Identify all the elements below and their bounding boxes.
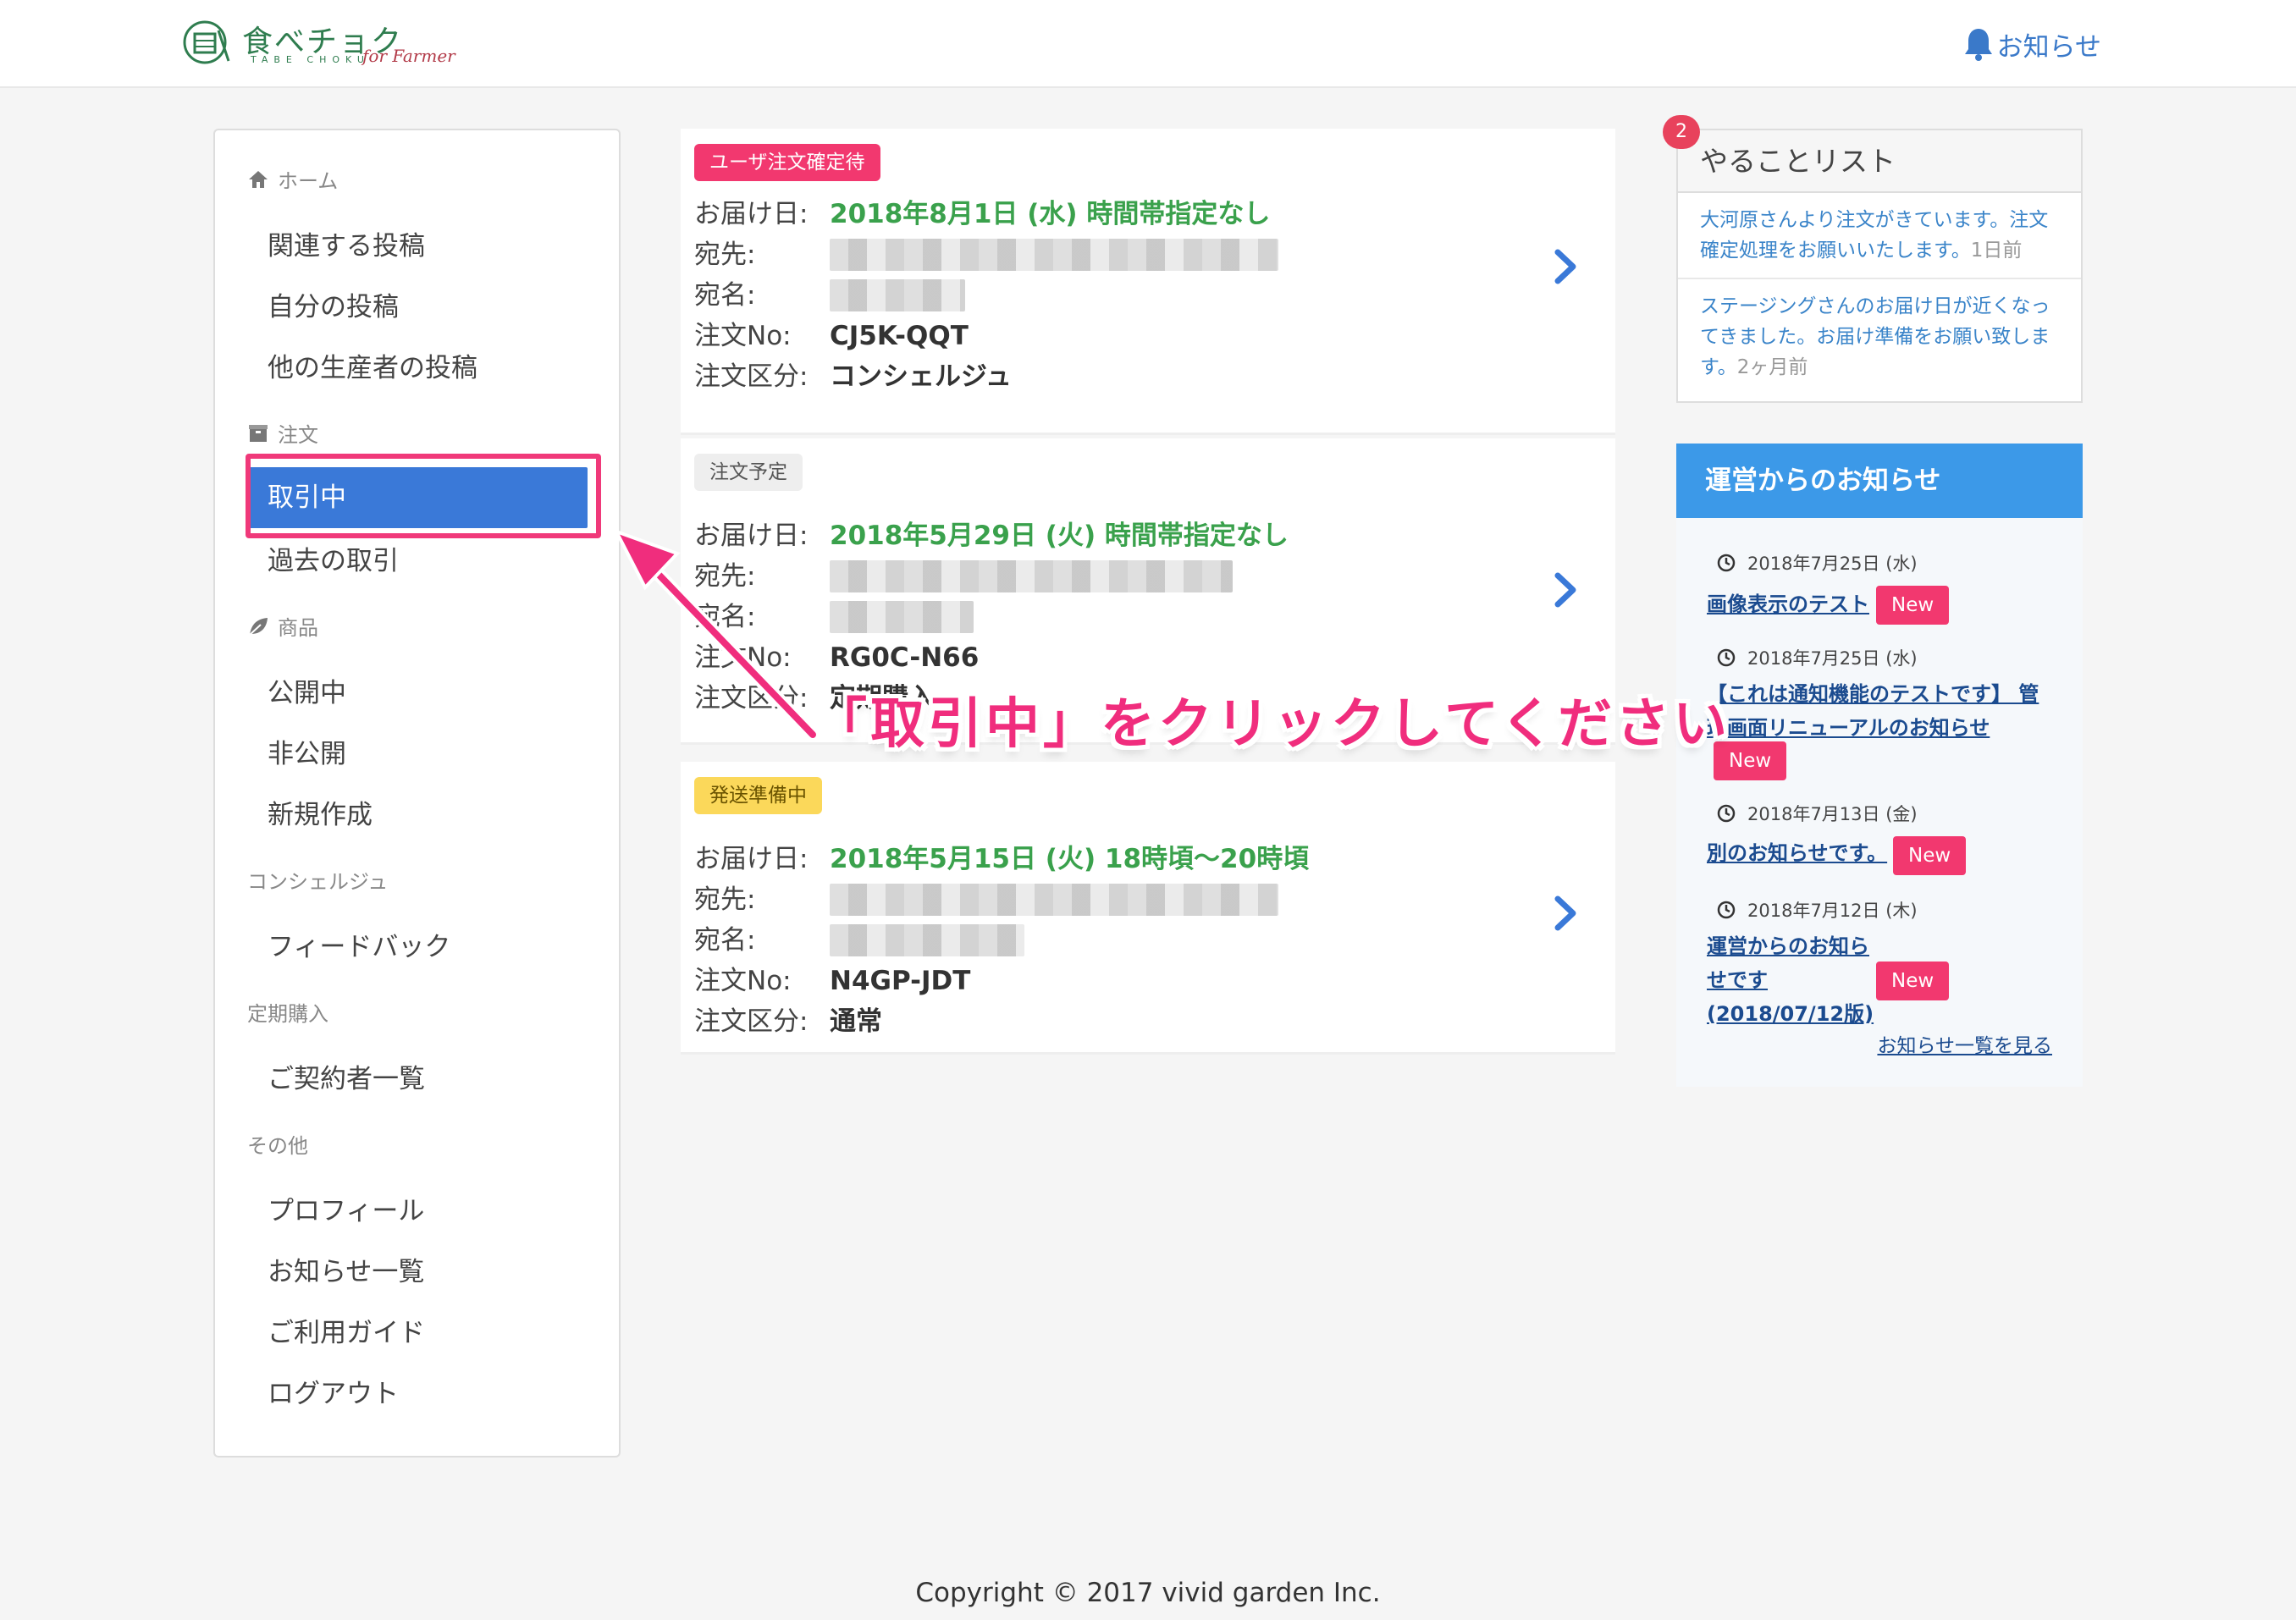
clock-icon — [1717, 648, 1736, 667]
order-type-label: 注文区分: — [694, 1006, 809, 1037]
see-all-news-link[interactable]: お知らせ一覧を見る — [1877, 1029, 2052, 1058]
todo-panel: やることリスト 大河原さんより注文がきています。注文確定処理をお願いいたします。… — [1676, 129, 2083, 403]
news-date: 2018年7月12日 (木) — [1717, 897, 1918, 923]
chevron-right-icon[interactable] — [1553, 894, 1578, 933]
news-panel: 運営からのお知らせ 2018年7月25日 (水) 画像表示のテスト New 20… — [1676, 444, 2083, 1087]
order-card[interactable]: ユーザ注文確定待 お届け日: 2018年8月1日 (水) 時間帯指定なし 宛先: … — [681, 129, 1615, 435]
clock-icon — [1717, 554, 1736, 572]
order-no-label: 注文No: — [694, 321, 792, 351]
todo-item[interactable]: ステージングさんのお届け日が近くなってきました。お届け準備をお願い致します。2ヶ… — [1678, 279, 2081, 394]
logo-script: for Farmer — [362, 46, 455, 66]
delivery-date: 2018年5月15日 (火) 18時頃〜20時頃 — [830, 844, 1310, 874]
sidebar-item-past-trades[interactable]: 過去の取引 — [268, 540, 399, 582]
news-title: 運営からのお知らせ — [1676, 444, 2083, 518]
order-type: 通常 — [830, 1006, 882, 1037]
clock-icon — [1717, 804, 1736, 823]
todo-title: やることリスト — [1678, 130, 2081, 193]
logo-subtext: TABE CHOKU — [251, 54, 370, 65]
new-badge: New — [1893, 836, 1967, 875]
redacted-name — [830, 601, 974, 633]
footer-copyright: Copyright © 2017 vivid garden Inc. — [915, 1578, 1381, 1608]
recipient-label: 宛名: — [694, 925, 756, 956]
redacted-address — [830, 239, 1278, 271]
sidebar-nav: ホーム 関連する投稿 自分の投稿 他の生産者の投稿 注文 取引中 過去の取引 商… — [213, 129, 621, 1457]
order-type: コンシェルジュ — [830, 361, 1012, 392]
status-badge: ユーザ注文確定待 — [694, 144, 880, 181]
notifications-label: お知らせ — [1996, 31, 2101, 63]
sidebar-section-subscription: 定期購入 — [247, 1002, 328, 1026]
order-no: N4GP-JDT — [830, 966, 971, 996]
status-badge: 発送準備中 — [694, 777, 822, 814]
news-date: 2018年7月25日 (水) — [1717, 550, 1918, 576]
redacted-address — [830, 884, 1278, 916]
recipient-label: 宛名: — [694, 602, 756, 632]
chevron-right-icon[interactable] — [1553, 570, 1578, 609]
tabechoku-logo[interactable]: 食べチョク TABE CHOKU for Farmer — [181, 15, 455, 71]
address-label: 宛先: — [694, 561, 756, 592]
order-no: CJ5K-QQT — [830, 321, 969, 351]
new-badge: New — [1876, 586, 1950, 625]
news-link[interactable]: 画像表示のテスト — [1707, 587, 1893, 621]
sidebar-section-orders: 注文 — [247, 418, 318, 448]
sidebar-item-other-posts[interactable]: 他の生産者の投稿 — [268, 347, 477, 389]
sidebar-item-unpublished[interactable]: 非公開 — [268, 733, 346, 775]
order-no-label: 注文No: — [694, 642, 792, 673]
todo-count-badge: 2 — [1663, 115, 1700, 149]
sidebar-item-published[interactable]: 公開中 — [268, 672, 346, 714]
chevron-right-icon[interactable] — [1553, 247, 1578, 286]
redacted-address — [830, 560, 1233, 592]
recipient-label: 宛名: — [694, 280, 756, 311]
news-date: 2018年7月25日 (水) — [1717, 645, 1918, 670]
sidebar-item-logout[interactable]: ログアウト — [268, 1373, 399, 1415]
address-label: 宛先: — [694, 884, 756, 915]
bell-icon — [1964, 29, 1992, 61]
delivery-date-label: お届け日: — [694, 199, 809, 229]
address-label: 宛先: — [694, 240, 756, 270]
redacted-name — [830, 279, 965, 311]
status-badge: 注文予定 — [694, 454, 803, 491]
annotation-callout: 「取引中」をクリックしてください — [813, 693, 1731, 756]
sidebar-item-feedback[interactable]: フィードバック — [268, 926, 450, 968]
sidebar-item-guide[interactable]: ご利用ガイド — [268, 1312, 425, 1354]
sidebar-item-my-posts[interactable]: 自分の投稿 — [268, 286, 399, 328]
notifications-link[interactable]: お知らせ — [1963, 24, 2101, 64]
order-no: RG0C-N66 — [830, 642, 980, 673]
delivery-date: 2018年5月29日 (火) 時間帯指定なし — [830, 521, 1289, 551]
delivery-date-label: お届け日: — [694, 521, 809, 551]
todo-item[interactable]: 大河原さんより注文がきています。注文確定処理をお願いいたします。1日前 — [1678, 193, 2081, 279]
logo-mark-icon — [183, 20, 230, 64]
redacted-name — [830, 924, 1024, 956]
news-link[interactable]: 運営からのお知らせです(2018/07/12版) — [1707, 929, 1876, 1031]
new-badge: New — [1876, 962, 1950, 1000]
sidebar-item-profile[interactable]: プロフィール — [268, 1190, 424, 1232]
sidebar-section-home: ホーム — [247, 164, 338, 194]
news-date: 2018年7月13日 (金) — [1717, 801, 1918, 826]
sidebar-item-related-posts[interactable]: 関連する投稿 — [268, 225, 425, 267]
sidebar-section-other: その他 — [247, 1134, 308, 1158]
order-type-label: 注文区分: — [694, 361, 809, 392]
sidebar-item-notice-list[interactable]: お知らせ一覧 — [268, 1251, 424, 1293]
news-link[interactable]: 別のお知らせです。 — [1707, 836, 1901, 870]
box-icon — [249, 424, 268, 442]
delivery-date: 2018年8月1日 (水) 時間帯指定なし — [830, 199, 1271, 229]
delivery-date-label: お届け日: — [694, 844, 809, 874]
order-type-label: 注文区分: — [694, 683, 809, 714]
sidebar-item-subscribers[interactable]: ご契約者一覧 — [268, 1058, 425, 1100]
top-header: 食べチョク TABE CHOKU for Farmer お知らせ — [0, 0, 2296, 88]
sidebar-section-concierge: コンシェルジュ — [247, 870, 389, 894]
sidebar-item-create-new[interactable]: 新規作成 — [268, 794, 373, 836]
order-card[interactable]: 発送準備中 お届け日: 2018年5月15日 (火) 18時頃〜20時頃 宛先: … — [681, 762, 1615, 1055]
order-no-label: 注文No: — [694, 966, 792, 996]
leaf-icon — [249, 617, 268, 636]
todo-time: 2ヶ月前 — [1736, 356, 1808, 378]
sidebar-section-products: 商品 — [247, 611, 318, 641]
news-link[interactable]: 【これは通知機能のテストです】 管理画面リニューアルのお知らせ — [1707, 677, 2056, 745]
sidebar-item-active-trades[interactable]: 取引中 — [249, 467, 588, 528]
clock-icon — [1717, 901, 1736, 919]
todo-time: 1日前 — [1970, 240, 2023, 262]
home-icon — [249, 170, 268, 188]
